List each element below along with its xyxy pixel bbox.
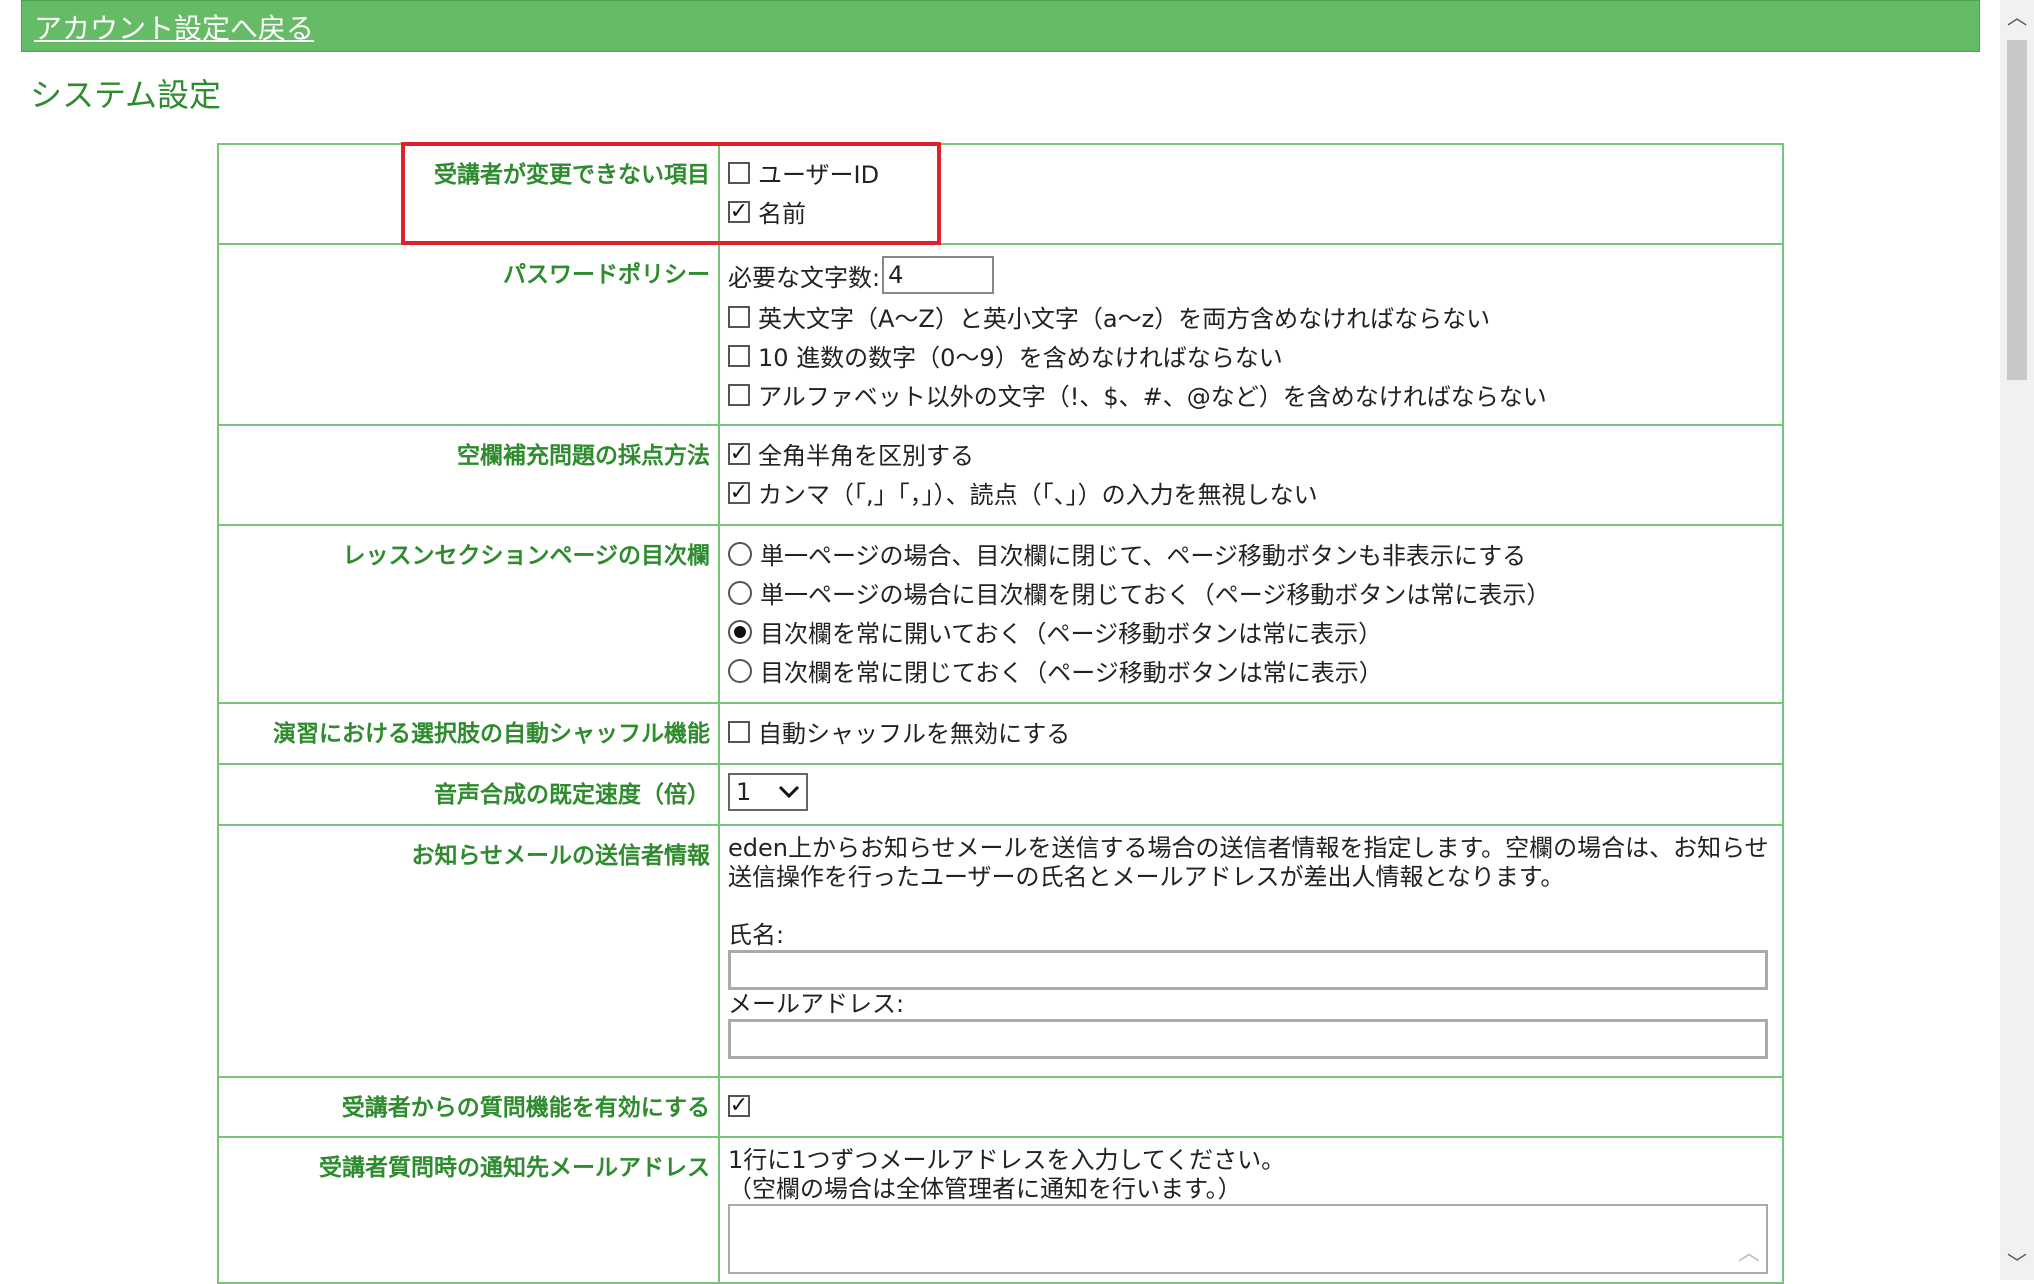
top-navigation-bar: アカウント設定へ戻る <box>21 0 1980 52</box>
row-value: ✓ <box>718 1076 1784 1138</box>
symbols-checkbox[interactable] <box>728 383 750 406</box>
min-chars-input[interactable]: 4 <box>882 256 995 294</box>
row-password-policy: パスワードポリシー 必要な文字数: 4 英大文字（A～Z）と英小文字（a～z）を… <box>217 243 1784 426</box>
option-comma[interactable]: ✓ カンマ（「,」「，」）、読点（「、」）の入力を無視しない <box>728 473 1774 512</box>
option-digits[interactable]: 10 進数の数字（0～9）を含めなければならない <box>728 336 1774 375</box>
row-tts-speed: 音声合成の既定速度（倍） 1 <box>217 763 1784 826</box>
chevron-down-icon <box>778 785 800 799</box>
sender-email-input[interactable] <box>728 1019 1768 1059</box>
option-label: 自動シャッフルを無効にする <box>758 720 1071 748</box>
radio-selected-dot <box>734 625 746 638</box>
row-value: 必要な文字数: 4 英大文字（A～Z）と英小文字（a～z）を両方含めなければなら… <box>718 243 1784 426</box>
disable-shuffle-checkbox[interactable] <box>728 720 750 743</box>
row-value: ✓ 全角半角を区別する ✓ カンマ（「,」「，」）、読点（「、」）の入力を無視し… <box>718 424 1784 526</box>
option-label: ユーザーID <box>758 161 880 189</box>
tts-speed-select[interactable]: 1 <box>728 773 808 811</box>
option-label: 目次欄を常に閉じておく（ページ移動ボタンは常に表示） <box>760 659 1383 687</box>
option-label: アルファベット以外の文字（!、$、#、@など）を含めなければならない <box>758 383 1547 411</box>
check-icon: ✓ <box>729 1092 749 1118</box>
option-name[interactable]: ✓ 名前 <box>728 192 1774 231</box>
option-label: カンマ（「,」「，」）、読点（「、」）の入力を無視しない <box>758 481 1318 509</box>
row-value: eden上からお知らせメールを送信する場合の送信者情報を指定します。空欄の場合は… <box>718 824 1784 1078</box>
row-label: レッスンセクションページの目次欄 <box>217 524 720 704</box>
row-value: 1 <box>718 763 1784 826</box>
row-label: 受講者質問時の通知先メールアドレス <box>217 1136 720 1284</box>
chevron-down-icon[interactable]: ﹀ <box>2000 1246 2034 1280</box>
notify-description-line-2: （空欄の場合は全体管理者に通知を行います。） <box>728 1175 1242 1203</box>
sender-name-input[interactable] <box>728 950 1768 990</box>
row-shuffle: 演習における選択肢の自動シャッフル機能 自動シャッフルを無効にする <box>217 702 1784 765</box>
selected-value: 1 <box>736 778 752 806</box>
row-value: 単一ページの場合、目次欄に閉じて、ページ移動ボタンも非表示にする 単一ページの場… <box>718 524 1784 704</box>
vertical-scrollbar[interactable]: ︿ ﹀ <box>2000 0 2034 1280</box>
option-disable-shuffle[interactable]: 自動シャッフルを無効にする <box>728 712 1774 751</box>
min-chars-line: 必要な文字数: 4 <box>728 253 1774 297</box>
row-notice-sender: お知らせメールの送信者情報 eden上からお知らせメールを送信する場合の送信者情… <box>217 824 1784 1078</box>
option-label: 全角半角を区別する <box>758 442 974 470</box>
toc-option-2[interactable]: 単一ページの場合に目次欄を閉じておく（ページ移動ボタンは常に表示） <box>728 573 1774 612</box>
sender-description-line-1: eden上からお知らせメールを送信する場合の送信者情報を指定します。空欄の場合は… <box>728 834 1769 862</box>
back-to-account-settings-link[interactable]: アカウント設定へ戻る <box>34 7 314 47</box>
row-question-enable: 受講者からの質問機能を有効にする ✓ <box>217 1076 1784 1138</box>
row-toc: レッスンセクションページの目次欄 単一ページの場合、目次欄に閉じて、ページ移動ボ… <box>217 524 1784 704</box>
row-label: 受講者が変更できない項目 <box>217 143 720 245</box>
toc-radio-2[interactable] <box>728 580 752 605</box>
row-value: ユーザーID ✓ 名前 <box>718 143 1784 245</box>
option-label: 単一ページの場合、目次欄に閉じて、ページ移動ボタンも非表示にする <box>760 542 1527 570</box>
row-value: 自動シャッフルを無効にする <box>718 702 1784 765</box>
row-label: 空欄補充問題の採点方法 <box>217 424 720 526</box>
row-label: 音声合成の既定速度（倍） <box>217 763 720 826</box>
chevron-up-icon[interactable]: ︿ <box>2000 0 2034 34</box>
sender-description-line-2: 送信操作を行ったユーザーの氏名とメールアドレスが差出人情報となります。 <box>728 863 1565 891</box>
width-distinction-checkbox[interactable]: ✓ <box>728 440 750 466</box>
question-enable-checkbox[interactable]: ✓ <box>728 1092 750 1118</box>
option-upper-lower[interactable]: 英大文字（A～Z）と英小文字（a～z）を両方含めなければならない <box>728 297 1774 336</box>
chevron-up-icon[interactable]: ︿ <box>1738 1239 1760 1268</box>
toc-option-1[interactable]: 単一ページの場合、目次欄に閉じて、ページ移動ボタンも非表示にする <box>728 534 1774 573</box>
user-id-checkbox[interactable] <box>728 161 750 184</box>
option-width-distinction[interactable]: ✓ 全角半角を区別する <box>728 434 1774 473</box>
row-blank-scoring: 空欄補充問題の採点方法 ✓ 全角半角を区別する ✓ カンマ（「,」「，」）、読点… <box>217 424 1784 526</box>
name-checkbox[interactable]: ✓ <box>728 198 750 224</box>
comma-checkbox[interactable]: ✓ <box>728 479 750 505</box>
toc-radio-3[interactable] <box>728 619 752 644</box>
question-enable-line[interactable]: ✓ <box>728 1086 1774 1125</box>
page-title: システム設定 <box>30 76 222 114</box>
row-label: パスワードポリシー <box>217 243 720 426</box>
scrollbar-thumb[interactable] <box>2007 40 2027 380</box>
row-label: 演習における選択肢の自動シャッフル機能 <box>217 702 720 765</box>
settings-table: 受講者が変更できない項目 ユーザーID ✓ 名前 パスワードポリシー 必要な文字… <box>217 143 1784 1284</box>
toc-option-4[interactable]: 目次欄を常に閉じておく（ページ移動ボタンは常に表示） <box>728 651 1774 690</box>
notify-emails-textarea[interactable]: ︿ <box>728 1204 1768 1274</box>
upper-lower-checkbox[interactable] <box>728 305 750 328</box>
option-label: 名前 <box>758 200 806 228</box>
row-readonly-items: 受講者が変更できない項目 ユーザーID ✓ 名前 <box>217 143 1784 245</box>
toc-radio-4[interactable] <box>728 658 752 683</box>
toc-option-3[interactable]: 目次欄を常に開いておく（ページ移動ボタンは常に表示） <box>728 612 1774 651</box>
option-label: 単一ページの場合に目次欄を閉じておく（ページ移動ボタンは常に表示） <box>760 581 1551 609</box>
check-icon: ✓ <box>729 479 749 505</box>
digits-checkbox[interactable] <box>728 344 750 367</box>
option-label: 10 進数の数字（0～9）を含めなければならない <box>758 344 1283 372</box>
sender-name-label: 氏名: <box>728 921 785 949</box>
row-question-notify: 受講者質問時の通知先メールアドレス 1行に1つずつメールアドレスを入力してくださ… <box>217 1136 1784 1284</box>
row-label: お知らせメールの送信者情報 <box>217 824 720 1078</box>
sender-email-label: メールアドレス: <box>728 990 905 1018</box>
notify-description-line-1: 1行に1つずつメールアドレスを入力してください。 <box>728 1146 1286 1174</box>
row-label: 受講者からの質問機能を有効にする <box>217 1076 720 1138</box>
check-icon: ✓ <box>729 440 749 466</box>
min-chars-label: 必要な文字数: <box>728 263 881 292</box>
check-icon: ✓ <box>729 198 749 224</box>
option-user-id[interactable]: ユーザーID <box>728 153 1774 192</box>
toc-radio-1[interactable] <box>728 541 752 566</box>
option-symbols[interactable]: アルファベット以外の文字（!、$、#、@など）を含めなければならない <box>728 375 1774 414</box>
option-label: 目次欄を常に開いておく（ページ移動ボタンは常に表示） <box>760 620 1383 648</box>
option-label: 英大文字（A～Z）と英小文字（a～z）を両方含めなければならない <box>758 305 1491 333</box>
row-value: 1行に1つずつメールアドレスを入力してください。 （空欄の場合は全体管理者に通知… <box>718 1136 1784 1284</box>
